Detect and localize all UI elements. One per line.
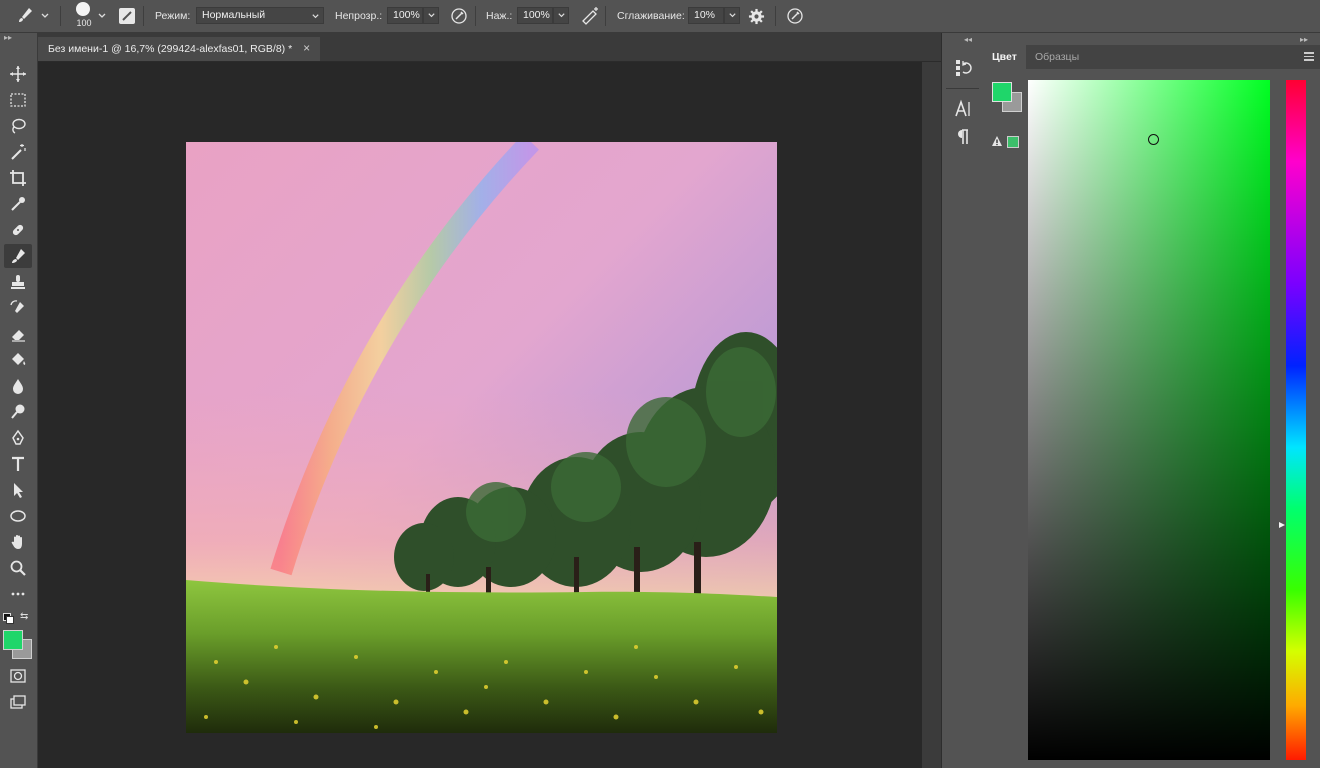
landscape-image <box>186 134 801 733</box>
tools-panel: ▸▸ ⇆ <box>0 33 38 768</box>
screen-mode-icon[interactable] <box>4 690 32 714</box>
blend-mode-chevron-icon <box>312 14 319 19</box>
marquee-tool-icon[interactable] <box>4 88 32 112</box>
document-canvas[interactable] <box>186 134 801 733</box>
brush-size-chevron-icon[interactable] <box>97 0 107 32</box>
panel-foreground-swatch[interactable] <box>992 82 1012 102</box>
close-document-icon[interactable]: × <box>303 41 310 55</box>
brush-size-picker[interactable]: 100 <box>73 2 93 30</box>
opacity-input[interactable]: 100% <box>387 7 423 24</box>
brush-tool-icon[interactable] <box>4 244 32 268</box>
color-picker-cursor[interactable] <box>1148 134 1159 145</box>
smoothing-label: Сглаживание: <box>617 10 685 22</box>
eraser-tool-icon[interactable] <box>4 322 32 346</box>
eyedropper-tool-icon[interactable] <box>4 192 32 216</box>
airbrush-icon[interactable] <box>580 0 600 32</box>
type-tool-icon[interactable] <box>4 452 32 476</box>
brush-tip-icon <box>76 2 90 16</box>
size-pressure-icon[interactable] <box>786 0 804 32</box>
document-tab[interactable]: Без имени-1 @ 16,7% (299424-alexfas01, R… <box>38 37 321 61</box>
panel-dock: ◂◂ <box>941 33 984 768</box>
mode-label: Режим: <box>155 10 191 22</box>
crop-tool-icon[interactable] <box>4 166 32 190</box>
options-bar: 100 Режим: Нормальный Непрозр.: 100% Наж… <box>0 0 1320 33</box>
quick-mask-icon[interactable] <box>4 664 32 688</box>
out-of-gamut-warning-icon[interactable] <box>991 135 1003 147</box>
document-tab-bar: Без имени-1 @ 16,7% (299424-alexfas01, R… <box>38 33 941 62</box>
saturation-brightness-field[interactable] <box>1028 80 1270 760</box>
foreground-color-swatch[interactable] <box>3 630 23 650</box>
healing-brush-tool-icon[interactable] <box>4 218 32 242</box>
more-tools-icon[interactable] <box>4 582 32 606</box>
flow-label: Наж.: <box>486 10 513 22</box>
move-tool-icon[interactable] <box>4 62 32 86</box>
dodge-tool-icon[interactable] <box>4 400 32 424</box>
hue-slider[interactable] <box>1286 80 1306 760</box>
zoom-tool-icon[interactable] <box>4 556 32 580</box>
tool-preset-chevron-icon[interactable] <box>40 0 50 32</box>
history-brush-tool-icon[interactable] <box>4 296 32 320</box>
history-panel-icon[interactable] <box>953 58 973 78</box>
magic-wand-tool-icon[interactable] <box>4 140 32 164</box>
panel-menu-icon[interactable] <box>1304 50 1314 62</box>
canvas-area[interactable] <box>38 62 922 768</box>
opacity-label: Непрозр.: <box>335 10 383 22</box>
collapse-panel-icon[interactable]: ▸▸ <box>1300 35 1308 44</box>
flow-input[interactable]: 100% <box>517 7 553 24</box>
pen-tool-icon[interactable] <box>4 426 32 450</box>
clone-stamp-tool-icon[interactable] <box>4 270 32 294</box>
path-selection-tool-icon[interactable] <box>4 478 32 502</box>
document-title: Без имени-1 @ 16,7% (299424-alexfas01, R… <box>48 43 293 55</box>
blend-mode-select[interactable]: Нормальный <box>196 7 324 24</box>
blend-mode-value: Нормальный <box>202 9 266 21</box>
tab-color[interactable]: Цвет <box>983 45 1026 69</box>
paint-bucket-tool-icon[interactable] <box>4 348 32 372</box>
brush-size-value: 100 <box>76 18 92 28</box>
lasso-tool-icon[interactable] <box>4 114 32 138</box>
paragraph-panel-icon[interactable] <box>953 127 973 147</box>
flow-slider-chevron-icon[interactable] <box>553 7 569 24</box>
expand-dock-icon[interactable]: ◂◂ <box>964 35 972 44</box>
vertical-scrollbar[interactable] <box>922 62 941 768</box>
blur-tool-icon[interactable] <box>4 374 32 398</box>
color-panel: ▸▸ Цвет Образцы <box>983 33 1320 768</box>
ellipse-tool-icon[interactable] <box>4 504 32 528</box>
smoothing-options-gear-icon[interactable] <box>748 0 765 32</box>
hand-tool-icon[interactable] <box>4 530 32 554</box>
opacity-slider-chevron-icon[interactable] <box>423 7 439 24</box>
smoothing-slider-chevron-icon[interactable] <box>724 7 740 24</box>
brush-settings-panel-icon[interactable] <box>118 0 136 32</box>
panel-tabs: Цвет Образцы <box>983 45 1320 69</box>
gamut-color-swatch[interactable] <box>1007 136 1019 148</box>
hue-slider-handle[interactable] <box>1278 520 1286 528</box>
default-colors-icon[interactable] <box>3 613 14 624</box>
opacity-pressure-icon[interactable] <box>450 0 468 32</box>
brush-tool-preset-icon[interactable] <box>14 0 36 32</box>
character-panel-icon[interactable] <box>953 99 973 119</box>
collapse-tools-icon[interactable]: ▸▸ <box>4 33 33 43</box>
tab-swatches[interactable]: Образцы <box>1026 45 1088 69</box>
smoothing-input[interactable]: 10% <box>688 7 724 24</box>
swap-colors-icon[interactable]: ⇆ <box>20 611 32 623</box>
